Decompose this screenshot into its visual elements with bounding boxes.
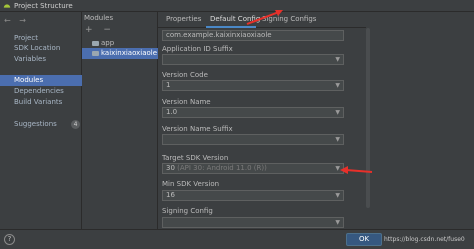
chevron-down-icon: ▼ <box>335 219 340 226</box>
module-label: app <box>101 39 115 47</box>
window-title: Project Structure <box>14 2 73 10</box>
sidebar-item-modules[interactable]: Modules <box>0 75 82 86</box>
sidebar-item-build-variants[interactable]: Build Variants <box>0 97 82 108</box>
chevron-down-icon: ▼ <box>335 136 340 143</box>
application-id-suffix-field[interactable]: ▼ <box>162 54 344 65</box>
version-name-value: 1.0 <box>166 108 178 116</box>
back-arrow-icon[interactable]: ← <box>4 16 11 25</box>
sidebar: ← → Project SDK Location Variables Modul… <box>0 12 82 249</box>
target-sdk-label: Target SDK Version <box>162 154 229 162</box>
min-sdk-field[interactable]: 16 ▼ <box>162 190 344 201</box>
module-item-kaixinxiaoxiaole[interactable]: kaixinxiaoxiaole <box>82 48 158 59</box>
target-sdk-hint: (API 30: Android 11.0 (R)) <box>177 164 267 172</box>
window-titlebar: Project Structure <box>0 0 474 12</box>
sidebar-item-label: Suggestions <box>14 120 57 128</box>
chevron-down-icon: ▼ <box>335 192 340 199</box>
modules-header: Modules <box>84 14 114 22</box>
version-code-field[interactable]: 1 ▼ <box>162 80 344 91</box>
android-icon <box>3 4 11 8</box>
min-sdk-value: 16 <box>166 191 175 199</box>
min-sdk-label: Min SDK Version <box>162 180 220 188</box>
ok-button[interactable]: OK <box>346 233 382 246</box>
add-module-icon[interactable]: + <box>85 25 93 35</box>
sidebar-item-variables[interactable]: Variables <box>0 54 82 65</box>
nav-arrows: ← → <box>4 16 32 25</box>
version-name-suffix-label: Version Name Suffix <box>162 125 233 133</box>
config-panel: Properties Default Config Signing Config… <box>158 12 366 249</box>
modules-toolbar: + − <box>85 25 119 35</box>
folder-icon <box>92 50 99 56</box>
help-icon[interactable]: ? <box>4 234 15 245</box>
signing-config-label: Signing Config <box>162 207 213 215</box>
chevron-down-icon: ▼ <box>335 109 340 116</box>
version-name-label: Version Name <box>162 98 211 106</box>
target-sdk-value: 30 <box>166 164 175 172</box>
sidebar-item-dependencies[interactable]: Dependencies <box>0 86 82 97</box>
version-name-field[interactable]: 1.0 ▼ <box>162 107 344 118</box>
sidebar-item-sdk-location[interactable]: SDK Location <box>0 43 82 54</box>
suggestions-count-badge: 4 <box>71 120 81 129</box>
remove-module-icon[interactable]: − <box>103 25 111 35</box>
red-arrow-icon <box>246 10 283 25</box>
watermark: https://blog.csdn.net/fuse0 <box>384 236 465 243</box>
red-arrow-icon <box>340 166 373 174</box>
target-sdk-field[interactable]: 30 (API 30: Android 11.0 (R)) ▼ <box>162 163 344 174</box>
sidebar-item-suggestions[interactable]: Suggestions 4 <box>0 119 82 130</box>
signing-config-field[interactable]: ▼ <box>162 217 344 228</box>
chevron-down-icon: ▼ <box>335 82 340 89</box>
modules-panel: Modules + − app kaixinxiaoxiaole <box>82 12 158 249</box>
module-label: kaixinxiaoxiaole <box>101 49 158 57</box>
chevron-down-icon: ▼ <box>335 56 340 63</box>
version-code-value: 1 <box>166 81 171 89</box>
folder-icon <box>92 40 99 46</box>
dialog-footer: ? OK https://blog.csdn.net/fuse0 <box>0 229 474 249</box>
empty-area <box>370 12 474 249</box>
application-id-field[interactable]: com.example.kaixinxiaoxiaole <box>162 30 344 41</box>
version-name-suffix-field[interactable]: ▼ <box>162 134 344 145</box>
forward-arrow-icon[interactable]: → <box>19 16 26 25</box>
tab-properties[interactable]: Properties <box>166 15 201 23</box>
application-id-suffix-label: Application ID Suffix <box>162 45 233 53</box>
version-code-label: Version Code <box>162 71 208 79</box>
